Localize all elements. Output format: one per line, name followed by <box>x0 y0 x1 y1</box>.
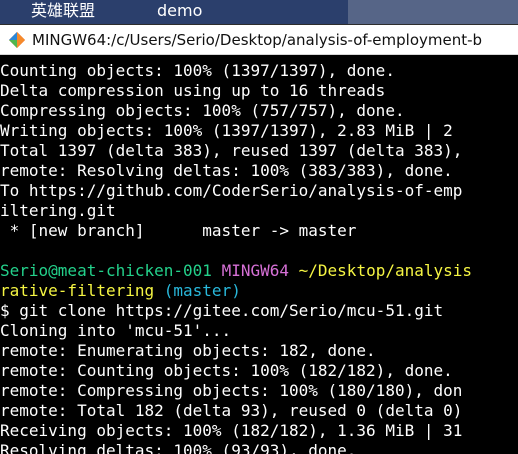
terminal-line: remote: Compressing objects: 100% (180/1… <box>0 381 463 400</box>
desktop-background: 英雄联盟 demo <box>0 0 518 24</box>
desktop-shortcut-lol[interactable]: 英雄联盟 <box>31 0 95 22</box>
terminal-line: Cloning into 'mcu-51'... <box>0 321 232 340</box>
window-title: MINGW64:/c/Users/Serio/Desktop/analysis-… <box>32 30 483 49</box>
terminal-line: * [new branch] master -> master <box>0 221 357 240</box>
terminal-line: Delta compression using up to 16 threads <box>0 81 386 100</box>
prompt-path-continued: rative-filtering <box>0 281 155 300</box>
prompt-path: ~/Desktop/analysis <box>298 261 473 280</box>
terminal-line: remote: Enumerating objects: 182, done. <box>0 341 376 360</box>
terminal-line: Receiving objects: 100% (182/182), 1.36 … <box>0 421 463 440</box>
prompt-branch: (master) <box>163 281 241 300</box>
terminal-line: Counting objects: 100% (1397/1397), done… <box>0 61 395 80</box>
prompt-env: MINGW64 <box>221 261 289 280</box>
desktop-shortcut-demo[interactable]: demo <box>157 0 202 22</box>
terminal-line: Compressing objects: 100% (757/757), don… <box>0 101 405 120</box>
terminal-line: To https://github.com/CoderSerio/analysi… <box>0 181 463 200</box>
prompt-user-host: Serio@meat-chicken-001 <box>0 261 212 280</box>
terminal-window: MINGW64:/c/Users/Serio/Desktop/analysis-… <box>0 24 518 454</box>
terminal-output[interactable]: Counting objects: 100% (1397/1397), done… <box>0 56 518 454</box>
terminal-prompt: Serio@meat-chicken-001 MINGW64 ~/Desktop… <box>0 261 518 281</box>
terminal-line: Resolving deltas: 100% (93/93), done. <box>0 441 357 454</box>
terminal-line: Writing objects: 100% (1397/1397), 2.83 … <box>0 121 453 140</box>
terminal-line: remote: Counting objects: 100% (182/182)… <box>0 361 453 380</box>
terminal-line: iltering.git <box>0 201 116 220</box>
window-titlebar[interactable]: MINGW64:/c/Users/Serio/Desktop/analysis-… <box>0 25 518 55</box>
terminal-line: remote: Resolving deltas: 100% (383/383)… <box>0 161 453 180</box>
terminal-line: remote: Total 182 (delta 93), reused 0 (… <box>0 401 463 420</box>
terminal-prompt-continued: rative-filtering (master) <box>0 281 518 301</box>
terminal-line: Total 1397 (delta 383), reused 1397 (del… <box>0 141 463 160</box>
git-bash-icon <box>9 31 25 48</box>
desktop-window-edge <box>348 0 518 24</box>
terminal-command: $ git clone https://gitee.com/Serio/mcu-… <box>0 301 444 320</box>
